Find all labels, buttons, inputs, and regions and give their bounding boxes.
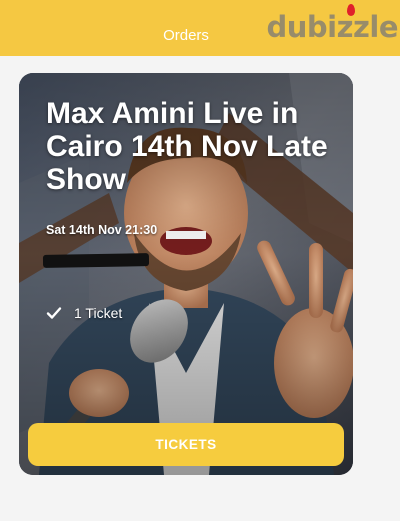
redaction-mark bbox=[42, 253, 150, 268]
ticket-count-label: 1 Ticket bbox=[74, 305, 123, 321]
watermark-logo: dubizzle bbox=[266, 10, 399, 44]
check-icon bbox=[46, 307, 62, 319]
tickets-button[interactable]: TICKETS bbox=[28, 423, 344, 466]
event-title: Max Amini Live in Cairo 14th Nov Late Sh… bbox=[46, 97, 328, 196]
event-datetime: Sat 14th Nov 21:30 bbox=[46, 223, 158, 237]
event-card[interactable]: Max Amini Live in Cairo 14th Nov Late Sh… bbox=[19, 73, 353, 475]
